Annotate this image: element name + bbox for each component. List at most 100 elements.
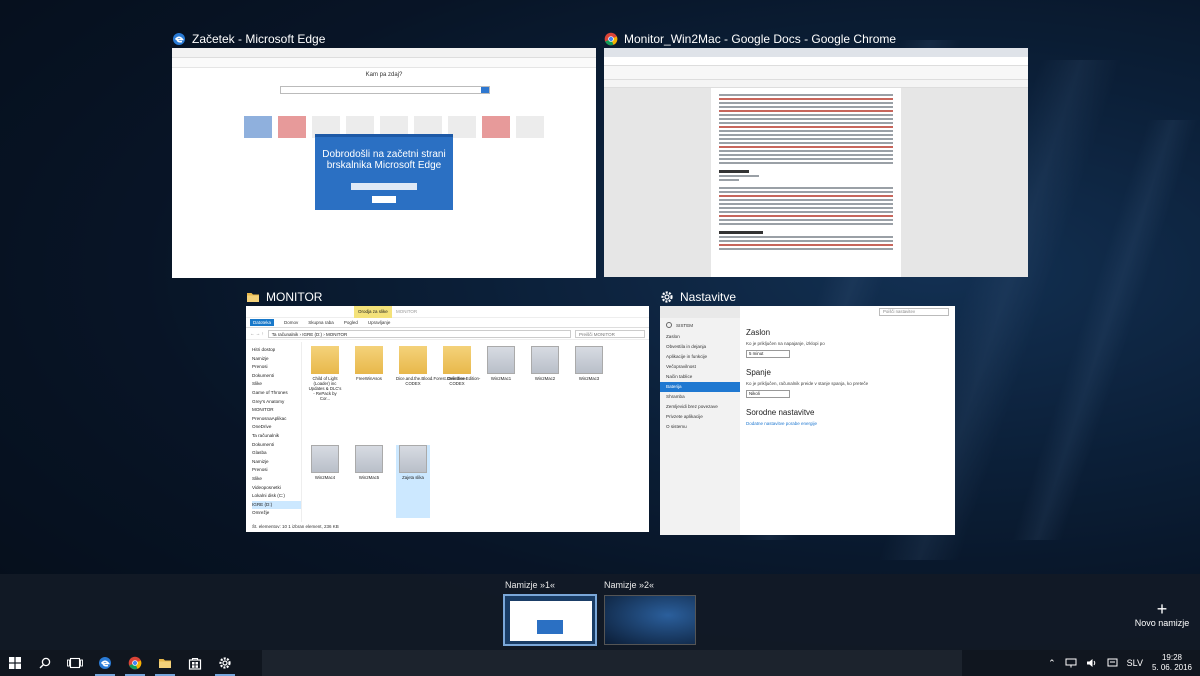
explorer-inner-title: MONITOR bbox=[396, 309, 418, 314]
task-view-button[interactable] bbox=[60, 650, 90, 676]
settings-menu-item[interactable]: O sistemu bbox=[660, 422, 740, 432]
settings-menu-item[interactable]: Zemljevidi brez povezave bbox=[660, 402, 740, 412]
taskbar: ⌃ SLV 19:28 5. 06. 2016 bbox=[0, 650, 1200, 676]
ribbon-tab-view[interactable]: Pogled bbox=[344, 320, 358, 325]
clock[interactable]: 19:28 5. 06. 2016 bbox=[1152, 653, 1192, 673]
explorer-status: Št. elementov: 10 1 izbran element, 236 … bbox=[252, 524, 339, 529]
nav-item[interactable]: Grey's Anatomy bbox=[252, 398, 301, 407]
language-indicator[interactable]: SLV bbox=[1127, 658, 1143, 668]
explorer-search[interactable]: Preišči MONITOR bbox=[575, 329, 645, 338]
taskbar-chrome[interactable] bbox=[120, 650, 150, 676]
settings-sidebar: SISTEM Zaslon Obvestila in dejanja Aplikac… bbox=[660, 306, 740, 535]
settings-menu-item[interactable]: Način tablice bbox=[660, 372, 740, 382]
file-item[interactable]: FreeWinAsos bbox=[352, 346, 386, 439]
explorer-ribbon: Datoteka Domov Skupna raba Pogled Upravl… bbox=[246, 318, 649, 328]
search-button[interactable] bbox=[30, 650, 60, 676]
chevron-up-icon[interactable]: ⌃ bbox=[1048, 658, 1056, 669]
edge-title-text: Začetek - Microsoft Edge bbox=[192, 32, 326, 46]
nav-item[interactable]: Slike bbox=[252, 475, 301, 484]
file-name: Win2Mac2 bbox=[534, 376, 556, 381]
ribbon-tab-file[interactable]: Datoteka bbox=[250, 319, 275, 326]
notification-icon[interactable] bbox=[1107, 658, 1118, 668]
edge-dialog-title: Dobrodošli na začetni strani brskalnika … bbox=[322, 149, 446, 171]
sleep-dropdown[interactable]: Nikoli bbox=[746, 390, 790, 398]
file-item[interactable]: Win2Mac5 bbox=[352, 445, 386, 518]
nav-item[interactable]: Prenosi bbox=[252, 466, 301, 475]
file-item[interactable]: Overthee-CODEX bbox=[440, 346, 474, 439]
network-icon[interactable] bbox=[1065, 658, 1077, 668]
start-button[interactable] bbox=[0, 650, 30, 676]
nav-item[interactable]: Ta računalnik bbox=[252, 432, 301, 441]
clock-time: 19:28 bbox=[1161, 653, 1182, 662]
nav-item[interactable]: PrenosnaAplikac bbox=[252, 415, 301, 424]
system-tray: ⌃ SLV 19:28 5. 06. 2016 bbox=[1048, 650, 1200, 676]
file-item[interactable]: Win2Mac3 bbox=[572, 346, 606, 439]
desktop-2-label: Namizje »2« bbox=[604, 580, 655, 590]
nav-item[interactable]: Glasba bbox=[252, 449, 301, 458]
nav-item[interactable]: Hitri dostop bbox=[252, 346, 301, 355]
nav-item[interactable]: Dokumenti bbox=[252, 372, 301, 381]
settings-window-title[interactable]: Nastavitve bbox=[660, 290, 736, 304]
gear-icon bbox=[660, 290, 674, 304]
store-icon bbox=[188, 657, 202, 670]
settings-menu-item[interactable]: Aplikacije in funkcije bbox=[660, 352, 740, 362]
folder-icon bbox=[355, 346, 383, 374]
nav-item[interactable]: OneDrive bbox=[252, 423, 301, 432]
file-item[interactable]: Child of Light (Loader) inc Updates & DL… bbox=[308, 346, 342, 439]
file-item[interactable]: Win2Mac1 bbox=[484, 346, 518, 439]
desktop-2-thumbnail[interactable] bbox=[604, 595, 696, 645]
settings-thumbnail[interactable]: SISTEM Zaslon Obvestila in dejanja Aplikac… bbox=[660, 306, 955, 535]
new-desktop-button[interactable]: + Novo namizje bbox=[1130, 600, 1194, 628]
settings-menu-item[interactable]: Privzete aplikacije bbox=[660, 412, 740, 422]
settings-menu-item[interactable]: Shramba bbox=[660, 392, 740, 402]
edge-window-title[interactable]: Začetek - Microsoft Edge bbox=[172, 32, 325, 46]
settings-menu-item[interactable]: Zaslon bbox=[660, 332, 740, 342]
chrome-window-title[interactable]: Monitor_Win2Mac - Google Docs - Google C… bbox=[604, 32, 896, 46]
nav-item[interactable]: Namizje bbox=[252, 458, 301, 467]
desktop-1-thumbnail[interactable] bbox=[503, 594, 597, 646]
clock-date: 5. 06. 2016 bbox=[1151, 663, 1192, 672]
taskbar-explorer[interactable] bbox=[150, 650, 180, 676]
power-settings-link[interactable]: Dodatne nastavitve porabe energije bbox=[746, 421, 949, 426]
nav-item[interactable]: Dokumenti bbox=[252, 441, 301, 450]
nav-item[interactable]: IGRE (D:) bbox=[252, 500, 301, 510]
settings-home[interactable]: SISTEM bbox=[660, 318, 740, 332]
chrome-thumbnail[interactable] bbox=[604, 48, 1028, 277]
nav-item[interactable]: Videoposnetki bbox=[252, 484, 301, 493]
taskbar-store[interactable] bbox=[180, 650, 210, 676]
settings-search[interactable]: Poišči nastavitev bbox=[879, 308, 949, 316]
nav-item[interactable]: MONITOR bbox=[252, 406, 301, 415]
ribbon-tab-share[interactable]: Skupna raba bbox=[308, 320, 334, 325]
nav-item[interactable]: Slike bbox=[252, 380, 301, 389]
edge-thumbnail[interactable]: Kam pa zdaj? Dobrodošli na začetni stran… bbox=[172, 48, 596, 278]
section-screen: Zaslon bbox=[746, 328, 771, 337]
settings-title-text: Nastavitve bbox=[680, 290, 737, 304]
file-item[interactable]: Win2Mac2 bbox=[528, 346, 562, 439]
folder-icon bbox=[246, 290, 260, 304]
settings-menu-item[interactable]: Baterija bbox=[660, 382, 740, 392]
explorer-address-row: ← → ↑ Ta računalnik › IGRE (D:) › MONITO… bbox=[246, 328, 649, 340]
nav-item[interactable]: Lokalni disk (C:) bbox=[252, 492, 301, 501]
taskbar-settings[interactable] bbox=[210, 650, 240, 676]
settings-menu-item[interactable]: Obvestila in dejanja bbox=[660, 342, 740, 352]
explorer-path[interactable]: Ta računalnik › IGRE (D:) › MONITOR bbox=[267, 329, 571, 338]
explorer-context-label: Orodja za slike bbox=[354, 306, 392, 318]
volume-icon[interactable] bbox=[1086, 658, 1098, 668]
image-file-icon bbox=[575, 346, 603, 374]
settings-menu-item[interactable]: Večopravilnost bbox=[660, 362, 740, 372]
nav-item[interactable]: Prenosi bbox=[252, 363, 301, 372]
screen-dropdown[interactable]: 5 minut bbox=[746, 350, 790, 358]
image-file-icon bbox=[355, 445, 383, 473]
file-item[interactable]: Dice.and.the.Blood.Forest.Definitive.Edi… bbox=[396, 346, 480, 439]
taskbar-edge[interactable] bbox=[90, 650, 120, 676]
file-name: Overthee-CODEX bbox=[447, 376, 467, 386]
ribbon-tab-home[interactable]: Domov bbox=[284, 320, 298, 325]
explorer-thumbnail[interactable]: Orodja za slike MONITOR Datoteka Domov S… bbox=[246, 306, 649, 532]
file-item[interactable]: Zajeta slika bbox=[396, 445, 430, 518]
nav-item[interactable]: Game of Thrones bbox=[252, 389, 301, 398]
file-item[interactable]: Win2Mac4 bbox=[308, 445, 342, 518]
explorer-window-title[interactable]: MONITOR bbox=[246, 290, 322, 304]
nav-item[interactable]: Namizje bbox=[252, 355, 301, 364]
nav-item[interactable]: Omrežje bbox=[252, 509, 301, 518]
ribbon-tab-manage[interactable]: Upravljanje bbox=[368, 320, 391, 325]
